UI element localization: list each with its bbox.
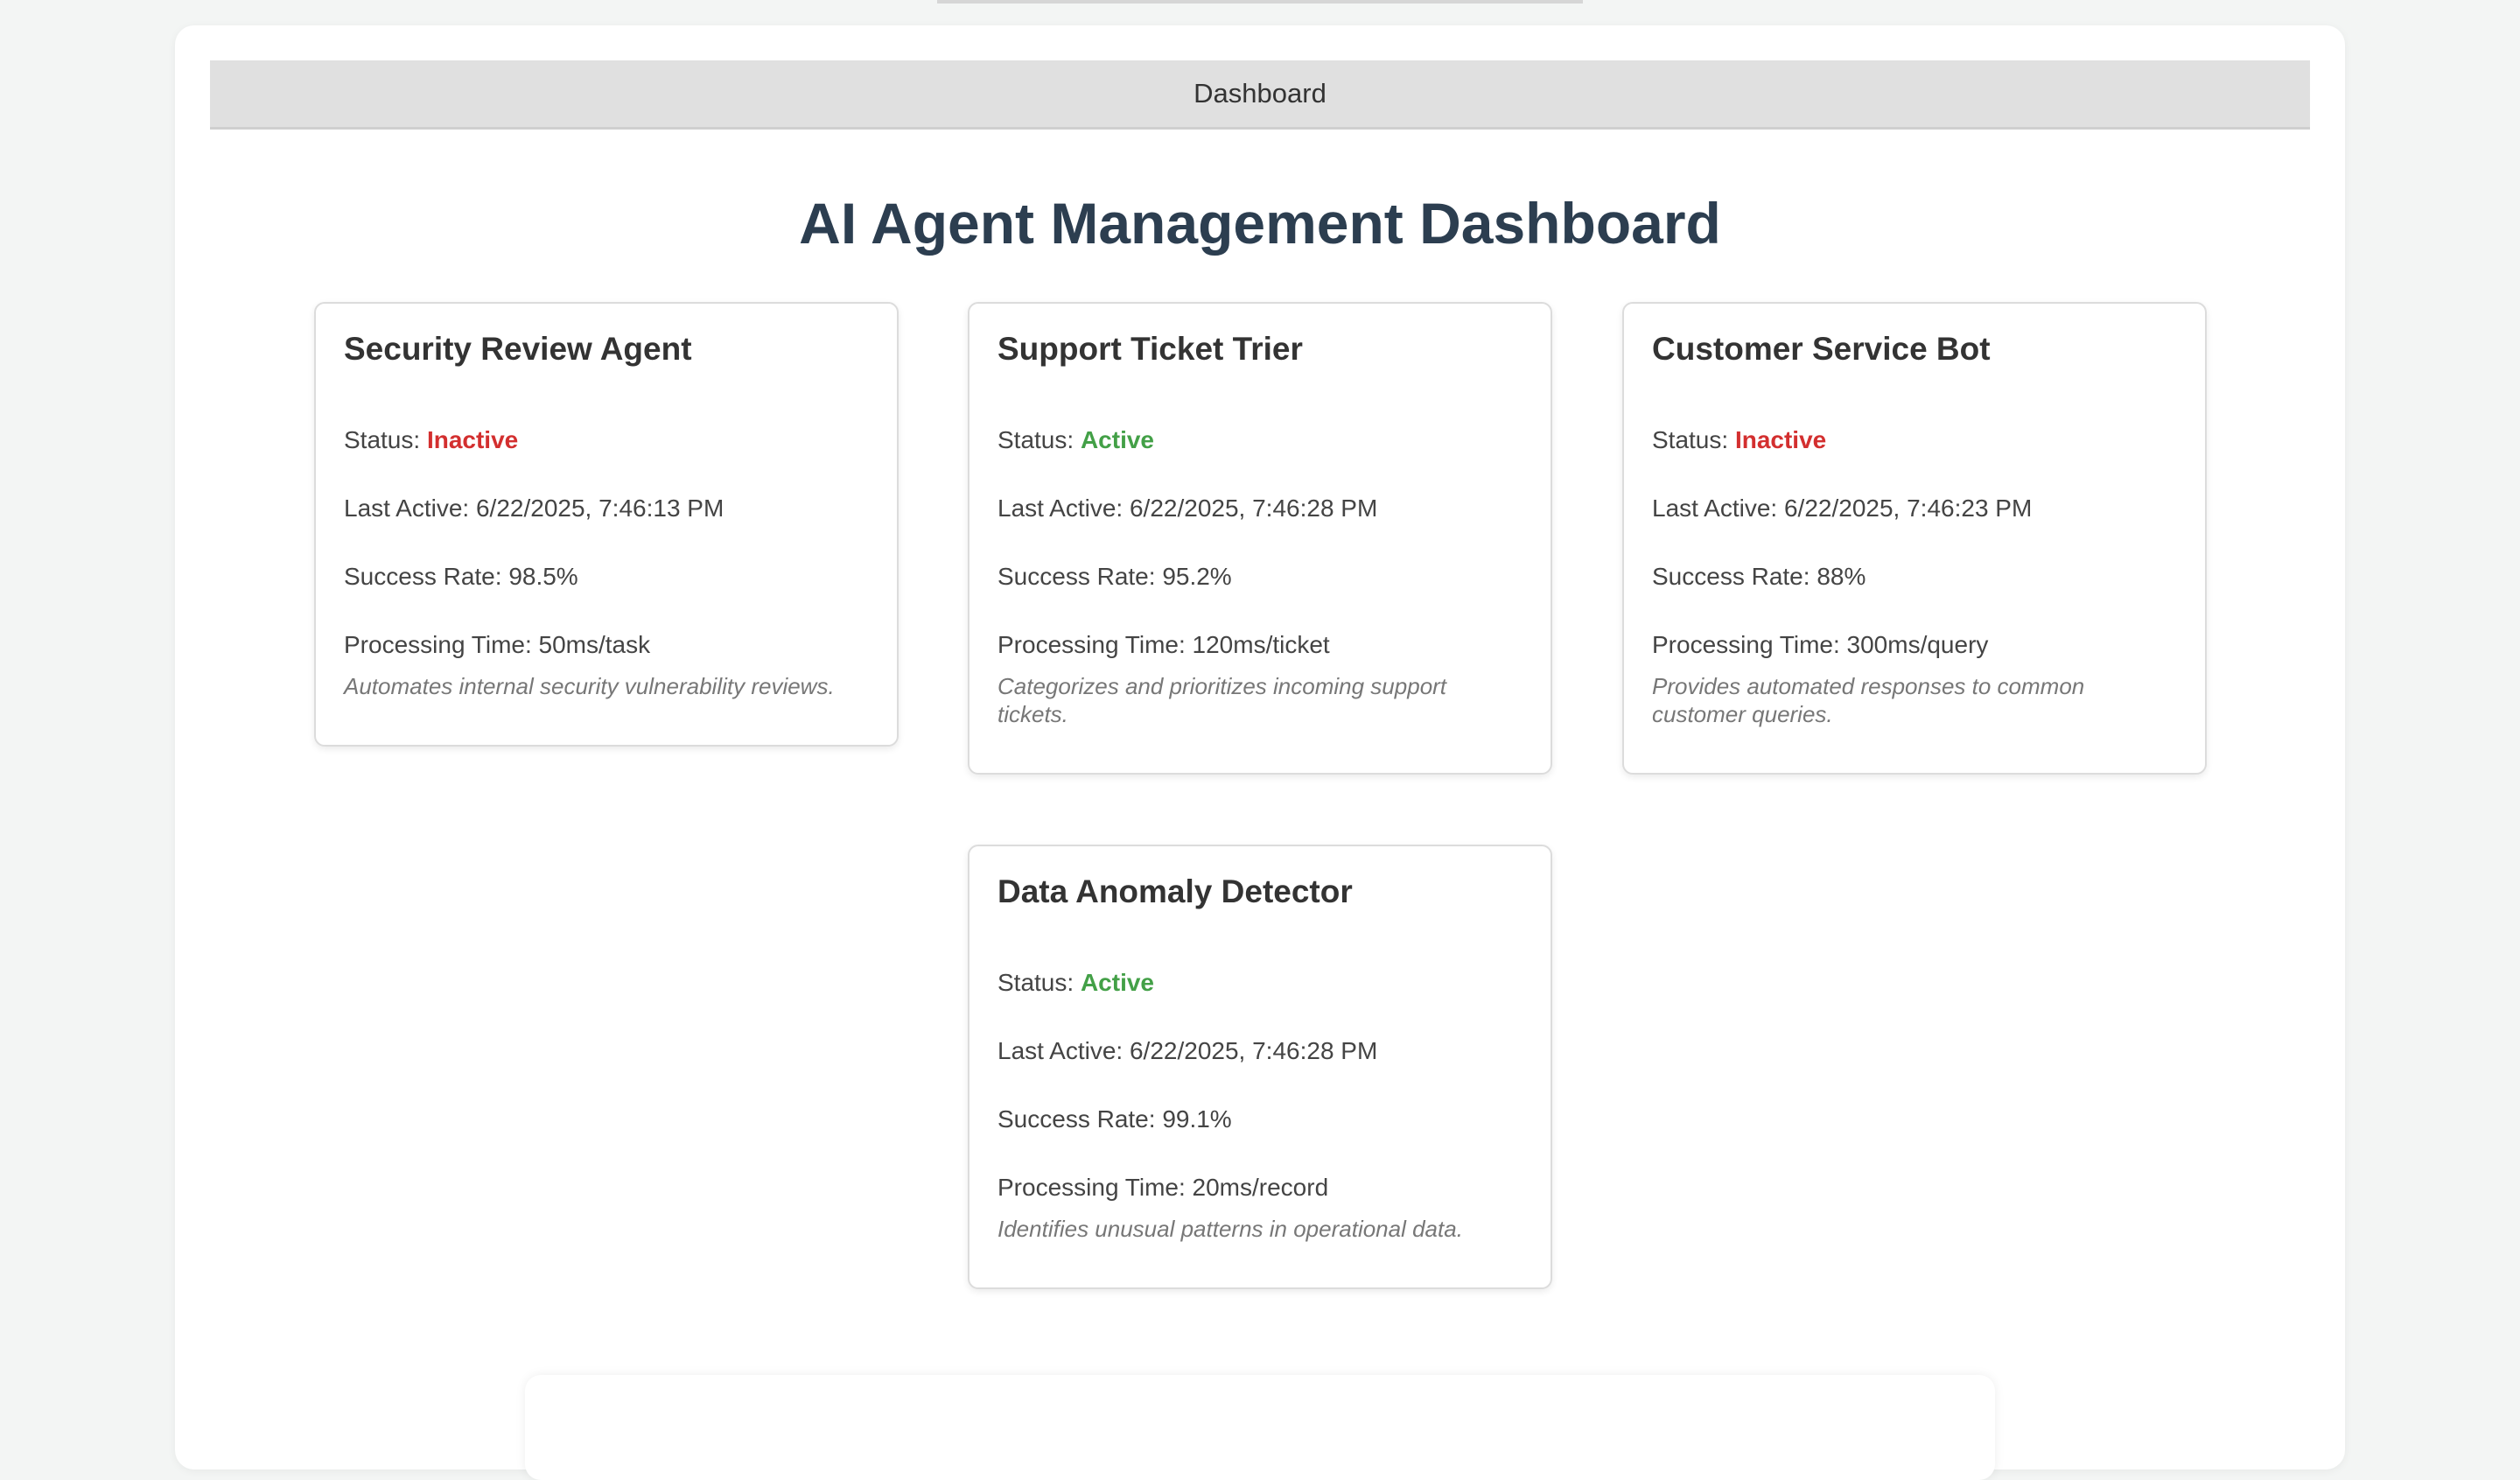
bottom-panel	[525, 1375, 1995, 1480]
last-active-label: Last Active:	[998, 495, 1124, 522]
agent-processing-time: Processing Time: 300ms/query	[1652, 630, 1988, 660]
agent-name: Data Anomaly Detector	[998, 873, 1353, 909]
processing-time-value: 20ms/record	[1192, 1174, 1329, 1201]
agent-status: Status: Inactive	[1652, 425, 1826, 455]
success-rate-value: 95.2%	[1162, 563, 1232, 590]
agent-card[interactable]: Security Review Agent Status: Inactive L…	[314, 302, 899, 747]
success-rate-label: Success Rate:	[344, 563, 502, 590]
success-rate-value: 88%	[1816, 563, 1866, 590]
success-rate-value: 98.5%	[508, 563, 578, 590]
success-rate-label: Success Rate:	[1652, 563, 1810, 590]
agent-card[interactable]: Support Ticket Trier Status: Active Last…	[968, 302, 1552, 775]
status-badge: Active	[1080, 426, 1154, 453]
success-rate-label: Success Rate:	[998, 563, 1156, 590]
agent-name: Support Ticket Trier	[998, 331, 1303, 367]
agent-status: Status: Active	[998, 425, 1154, 455]
last-active-value: 6/22/2025, 7:46:13 PM	[475, 495, 724, 522]
last-active-label: Last Active:	[344, 495, 470, 522]
status-badge: Inactive	[426, 426, 519, 453]
status-label: Status:	[998, 969, 1074, 996]
agent-processing-time: Processing Time: 120ms/ticket	[998, 630, 1330, 660]
agent-success-rate: Success Rate: 95.2%	[998, 562, 1232, 592]
agent-success-rate: Success Rate: 88%	[1652, 562, 1866, 592]
agent-last-active: Last Active: 6/22/2025, 7:46:23 PM	[1652, 494, 2032, 523]
page-title: AI Agent Management Dashboard	[799, 191, 1721, 256]
agent-card[interactable]: Data Anomaly Detector Status: Active Las…	[968, 845, 1552, 1289]
success-rate-label: Success Rate:	[998, 1105, 1156, 1133]
status-label: Status:	[998, 426, 1074, 453]
processing-time-value: 120ms/ticket	[1192, 631, 1330, 658]
processing-time-value: 300ms/query	[1846, 631, 1989, 658]
last-active-value: 6/22/2025, 7:46:28 PM	[1129, 1037, 1378, 1064]
status-badge: Active	[1080, 969, 1154, 996]
last-active-value: 6/22/2025, 7:46:23 PM	[1783, 495, 2033, 522]
status-label: Status:	[1652, 426, 1729, 453]
agent-processing-time: Processing Time: 50ms/task	[344, 630, 650, 660]
dashboard-tab-label: Dashboard	[1194, 78, 1326, 109]
agent-description: Provides automated responses to common c…	[1652, 673, 2085, 727]
processing-time-label: Processing Time:	[998, 1174, 1186, 1201]
agent-description: Categorizes and prioritizes incoming sup…	[998, 673, 1447, 727]
agent-success-rate: Success Rate: 98.5%	[344, 562, 578, 592]
agent-last-active: Last Active: 6/22/2025, 7:46:28 PM	[998, 1036, 1377, 1066]
processing-time-label: Processing Time:	[998, 631, 1186, 658]
agent-success-rate: Success Rate: 99.1%	[998, 1105, 1232, 1134]
agent-name: Security Review Agent	[344, 331, 692, 367]
agent-last-active: Last Active: 6/22/2025, 7:46:28 PM	[998, 494, 1377, 523]
last-active-label: Last Active:	[1652, 495, 1778, 522]
agent-status: Status: Inactive	[344, 425, 518, 455]
success-rate-value: 99.1%	[1162, 1105, 1232, 1133]
dashboard-container: Dashboard AI Agent Management Dashboard …	[175, 25, 2345, 1480]
agent-status: Status: Active	[998, 968, 1154, 998]
last-active-label: Last Active:	[998, 1037, 1124, 1064]
processing-time-label: Processing Time:	[1652, 631, 1840, 658]
agent-processing-time: Processing Time: 20ms/record	[998, 1173, 1328, 1203]
agent-description: Identifies unusual patterns in operation…	[998, 1216, 1463, 1242]
status-label: Status:	[344, 426, 421, 453]
agent-last-active: Last Active: 6/22/2025, 7:46:13 PM	[344, 494, 724, 523]
top-strip	[937, 0, 1583, 4]
processing-time-label: Processing Time:	[344, 631, 532, 658]
processing-time-value: 50ms/task	[538, 631, 651, 658]
status-badge: Inactive	[1734, 426, 1827, 453]
agent-description: Automates internal security vulnerabilit…	[344, 673, 835, 699]
dashboard-tab[interactable]: Dashboard	[210, 60, 2310, 130]
agent-name: Customer Service Bot	[1652, 331, 1991, 367]
agent-card[interactable]: Customer Service Bot Status: Inactive La…	[1622, 302, 2207, 775]
last-active-value: 6/22/2025, 7:46:28 PM	[1129, 495, 1378, 522]
